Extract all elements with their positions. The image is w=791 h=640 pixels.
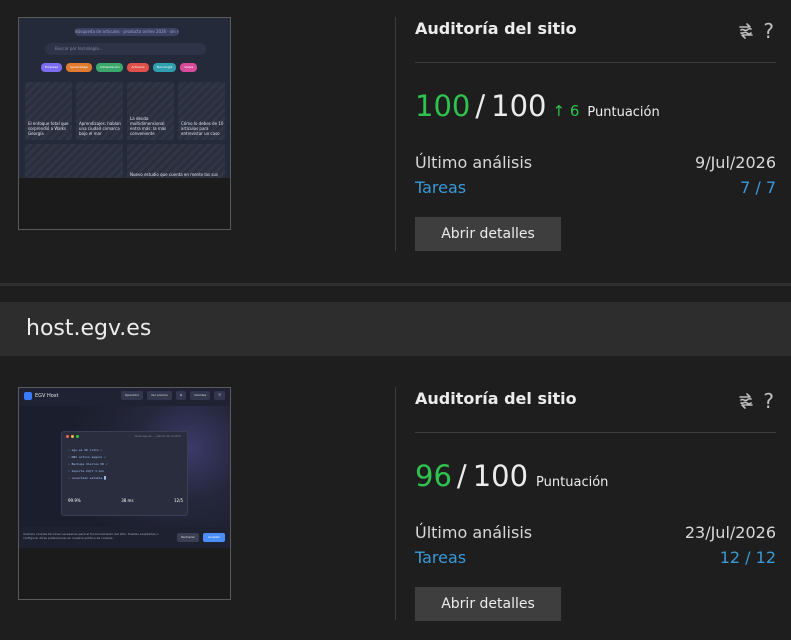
score-label: Puntuación	[536, 475, 609, 490]
window-dots	[66, 435, 79, 438]
site-thumbnail[interactable]: Búsqueda de artículos · producto online …	[18, 17, 231, 230]
thumbnail-grid: El enfoque total que sorprendió a Walks …	[25, 82, 225, 140]
thumbnail-top-banner: Búsqueda de artículos · producto online …	[75, 28, 179, 36]
last-analysis-row: Último análisis 23/Jul/2026	[415, 523, 776, 542]
chip: Alimentación	[95, 63, 124, 72]
code-line: › Soporte 24/7 3 min	[68, 469, 105, 473]
chip: Tecnología	[152, 63, 177, 72]
compare-icon[interactable]	[736, 391, 756, 411]
thumbnail-tile: Aprendizajes: hablan una ciudad comarca …	[76, 82, 123, 140]
tasks-count[interactable]: 7 / 7	[740, 178, 776, 197]
site-header: host.egv.es	[0, 302, 791, 356]
thumbnail-navbar: EGV Host Operador Ver precios ⊕ Clientes…	[19, 388, 230, 406]
nav-button: Clientes	[190, 391, 211, 400]
chip: Aprendizaje	[66, 63, 92, 72]
thumbnail-tile: El enfoque total que sorprendió a Walks …	[25, 82, 72, 140]
nav-button: Ver precios	[147, 391, 172, 400]
score-delta: ↑ 6	[552, 102, 580, 120]
thumbnail-brand: EGV Host	[35, 393, 59, 399]
cookie-text: Usamos cookies técnicas necesarias para …	[23, 532, 159, 540]
tasks-link[interactable]: Tareas	[415, 178, 466, 197]
open-details-button[interactable]: Abrir detalles	[415, 587, 561, 621]
cookie-reject: Rechazar	[177, 533, 199, 542]
thumbnail-empty-area	[19, 178, 230, 229]
thumbnail-grid-2: Nuevo estudio que cuenta en mente las su…	[25, 144, 225, 178]
panel-title: Auditoría del sitio	[415, 19, 577, 38]
thumbnail-tile: Nuevo estudio que cuenta en mente las su…	[127, 144, 225, 178]
thumbnail-nav-buttons: Operador Ver precios ⊕ Clientes ☰	[120, 391, 225, 400]
tasks-row[interactable]: Tareas 12 / 12	[415, 548, 776, 567]
score-value: 96	[415, 459, 452, 493]
cookie-accept: Aceptar	[203, 533, 225, 542]
chip: Artículos	[127, 63, 149, 72]
nav-button: ☰	[214, 391, 225, 400]
audit-card-2: EGV Host Operador Ver precios ⊕ Clientes…	[0, 356, 791, 640]
vertical-divider	[395, 387, 396, 620]
section-divider	[0, 283, 791, 286]
code-line: › egv.es OK listo ✓	[68, 448, 103, 452]
last-analysis-label: Último análisis	[415, 523, 533, 542]
tile-caption: Cómo lo debes de 10 artículos para entre…	[181, 121, 224, 136]
stat: 38 ms	[121, 498, 134, 503]
tile-caption: Aprendizajes: hablan una ciudad comarca …	[79, 121, 121, 136]
score-separator: /	[475, 89, 486, 123]
tasks-row[interactable]: Tareas 7 / 7	[415, 178, 776, 197]
tasks-count[interactable]: 12 / 12	[720, 548, 776, 567]
help-icon[interactable]: ?	[763, 19, 774, 43]
stat: 99.9%	[68, 498, 81, 503]
last-analysis-row: Último análisis 9/Jul/2026	[415, 153, 776, 172]
stat: 12/5	[174, 498, 183, 503]
thumbnail-cookie-banner: Usamos cookies técnicas necesarias para …	[19, 527, 230, 548]
thumbnail-tile: La deuda multidimensional entra más: la …	[127, 82, 174, 140]
panel-divider	[415, 432, 776, 433]
thumbnail-chips: Empresa Aprendizaje Alimentación Artícul…	[41, 63, 198, 72]
code-line: › Backups diarios OK ✓	[68, 462, 108, 466]
score-max: 100	[491, 89, 547, 123]
panel-divider	[415, 62, 776, 63]
logo-icon	[24, 392, 32, 400]
audit-card-1: Búsqueda de artículos · producto online …	[0, 0, 791, 283]
vertical-divider	[395, 17, 396, 251]
tile-caption: La deuda multidimensional entra más: la …	[130, 116, 167, 136]
thumbnail-tile: Cómo lo debes de 10 artículos para entre…	[178, 82, 225, 140]
help-icon[interactable]: ?	[763, 389, 774, 413]
tile-caption: El enfoque total que sorprendió a Walks …	[28, 121, 69, 136]
window-title: host.egv.es — panel de control	[134, 434, 181, 438]
score-max: 100	[472, 459, 529, 493]
score-display: 100 / 100 ↑ 6 Puntuación	[415, 89, 660, 123]
tile-caption: Nuevo estudio que cuenta en mente las su…	[130, 172, 219, 177]
score-label: Puntuación	[587, 105, 660, 120]
thumbnail-terminal-window: host.egv.es — panel de control › egv.es …	[61, 431, 188, 516]
site-thumbnail[interactable]: EGV Host Operador Ver precios ⊕ Clientes…	[18, 387, 231, 600]
terminal-code: › egv.es OK listo ✓ › DNS activo seguro …	[68, 447, 108, 482]
dot-yellow-icon	[71, 435, 74, 438]
last-analysis-label: Último análisis	[415, 153, 533, 172]
panel-icons: ?	[736, 19, 774, 43]
last-analysis-date: 9/Jul/2026	[695, 153, 776, 172]
chip: Empresa	[41, 63, 63, 72]
dot-red-icon	[66, 435, 69, 438]
thumbnail-tile	[25, 144, 123, 178]
score-separator: /	[456, 459, 467, 493]
thumbnail-search: Buscar por tecnología...	[45, 43, 206, 55]
open-details-button[interactable]: Abrir detalles	[415, 217, 561, 251]
code-line: › DNS activo seguro ✓	[68, 455, 106, 459]
panel-icons: ?	[736, 389, 774, 413]
nav-button: ⊕	[175, 391, 187, 400]
tasks-link[interactable]: Tareas	[415, 548, 466, 567]
code-line: › conectado estable █	[68, 476, 106, 480]
terminal-stats: 99.9% 38 ms 12/5	[68, 498, 183, 503]
score-value: 100	[415, 89, 471, 123]
panel-title: Auditoría del sitio	[415, 389, 577, 408]
site-name: host.egv.es	[26, 316, 152, 341]
last-analysis-date: 23/Jul/2026	[684, 523, 776, 542]
compare-icon[interactable]	[736, 21, 756, 41]
chip: Viajes	[180, 63, 198, 72]
dot-green-icon	[76, 435, 79, 438]
score-display: 96 / 100 Puntuación	[415, 459, 608, 493]
nav-button: Operador	[120, 391, 144, 400]
